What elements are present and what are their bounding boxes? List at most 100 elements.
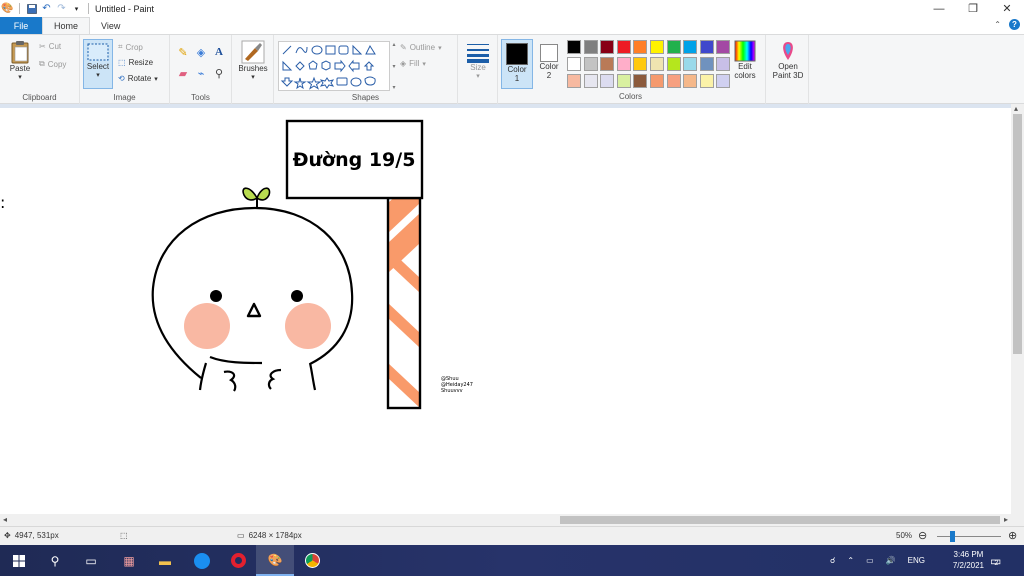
text-tool-icon[interactable]: A	[212, 45, 226, 59]
palette-swatch[interactable]	[633, 74, 648, 88]
shapes-gallery[interactable]	[278, 41, 390, 91]
palette-swatch[interactable]	[583, 74, 598, 88]
undo-icon[interactable]: ↶	[41, 3, 52, 14]
palette-swatch[interactable]	[633, 40, 648, 54]
minimize-button[interactable]: —	[922, 0, 956, 17]
magnifier-icon[interactable]: ⚲	[212, 66, 226, 80]
scroll-up-icon[interactable]: ▴	[1014, 104, 1018, 113]
palette-swatch[interactable]	[683, 74, 698, 88]
save-icon[interactable]	[26, 3, 37, 14]
drawing-canvas[interactable]: : Đường 19/5 @Shuu @Heiday247 Shuuvvv	[0, 108, 1011, 514]
palette-swatch[interactable]	[583, 40, 598, 54]
palette-swatch[interactable]	[650, 57, 664, 71]
zoom-out-icon[interactable]: ⊖	[918, 529, 927, 542]
palette-swatch[interactable]	[666, 57, 681, 71]
fill-button[interactable]: ◈ Fill ▾	[400, 59, 426, 68]
volume-icon[interactable]: 🔊	[886, 556, 896, 565]
vertical-scroll-thumb[interactable]	[1013, 114, 1022, 354]
taskbar-chrome[interactable]	[293, 545, 331, 576]
palette-swatch[interactable]	[567, 40, 581, 54]
taskbar-app-store[interactable]: ▦	[110, 545, 148, 576]
palette-swatch[interactable]	[666, 74, 681, 88]
customize-qa-icon[interactable]: ▾	[71, 3, 82, 14]
collapse-ribbon-icon[interactable]: ⌃	[994, 20, 1001, 29]
redo-icon[interactable]: ↷	[56, 3, 67, 14]
help-icon[interactable]: ?	[1009, 19, 1020, 30]
palette-swatch[interactable]	[567, 57, 581, 71]
taskbar-file-explorer[interactable]: ▬	[146, 545, 184, 576]
palette-swatch[interactable]	[650, 40, 664, 54]
scroll-left-icon[interactable]: ◂	[3, 515, 7, 524]
vertical-scrollbar[interactable]: ▴	[1011, 104, 1024, 514]
palette-swatch[interactable]	[699, 74, 714, 88]
palette-swatch[interactable]	[716, 40, 731, 54]
tab-file[interactable]: File	[0, 17, 42, 34]
palette-swatch[interactable]	[716, 74, 731, 88]
palette-swatch[interactable]	[583, 57, 598, 71]
horizontal-scroll-thumb[interactable]	[560, 516, 1000, 524]
resize-button[interactable]: ⬚ Resize	[118, 58, 153, 67]
taskbar-opera[interactable]	[219, 545, 257, 576]
palette-swatch[interactable]	[699, 57, 714, 71]
tab-home[interactable]: Home	[42, 17, 91, 34]
left-arm	[223, 370, 237, 392]
zoom-slider-thumb[interactable]	[950, 531, 955, 542]
zoom-slider-track[interactable]	[937, 536, 1001, 537]
clock[interactable]: 3:46 PM 7/2/2021	[953, 549, 984, 571]
open-paint3d-button[interactable]: Open Paint 3D	[768, 40, 808, 80]
size-button[interactable]: Size ▾	[462, 41, 494, 81]
horizontal-scrollbar[interactable]: ◂ ▸	[0, 514, 1024, 526]
tab-view[interactable]: View	[90, 17, 131, 34]
network-icon[interactable]: ▭	[866, 556, 874, 565]
start-button[interactable]	[0, 545, 38, 576]
close-button[interactable]: ✕	[990, 0, 1024, 17]
crop-button[interactable]: ⌗ Crop	[118, 42, 143, 52]
store-icon: ▦	[123, 553, 135, 568]
system-tray: ☌ ⌃ ▭ 🔊 ENG	[830, 545, 925, 576]
palette-swatch[interactable]	[616, 57, 631, 71]
fill-bucket-icon[interactable]: ◈	[194, 45, 208, 59]
taskbar-paint[interactable]: 🎨	[256, 545, 294, 576]
taskbar-zalo[interactable]	[183, 545, 221, 576]
palette-swatch[interactable]	[699, 40, 714, 54]
rotate-button[interactable]: ⟲ Rotate ▾	[118, 74, 158, 83]
task-view-button[interactable]: ▭	[72, 545, 110, 576]
color-picker-icon[interactable]: ⌁	[194, 66, 208, 80]
people-icon[interactable]: ☌	[830, 556, 835, 565]
pencil-icon[interactable]: ✎	[176, 45, 190, 59]
zoom-in-icon[interactable]: ⊕	[1008, 529, 1017, 542]
outline-button[interactable]: ✎ Outline ▾	[400, 43, 442, 52]
notification-button[interactable]: ▭ 2	[990, 545, 1001, 576]
show-hidden-icons[interactable]: ⌃	[847, 556, 854, 565]
brushes-button[interactable]: Brushes ▾	[235, 40, 271, 82]
paste-button[interactable]: Paste ▾	[6, 40, 34, 82]
search-button[interactable]: ⚲	[36, 545, 74, 576]
palette-swatch[interactable]	[567, 74, 581, 88]
language-indicator[interactable]: ENG	[908, 556, 925, 565]
palette-swatch[interactable]	[633, 57, 648, 71]
palette-swatch[interactable]	[716, 57, 731, 71]
copy-button[interactable]: ⧉ Copy	[39, 59, 66, 69]
palette-swatch[interactable]	[683, 40, 698, 54]
cut-button[interactable]: ✂ Cut	[39, 42, 61, 51]
shapes-scroll[interactable]: ▴ ▾ ▾	[391, 41, 397, 91]
image-size-icon: ▭	[237, 531, 245, 540]
artwork: : Đường 19/5 @Shuu @Heiday247 Shuuvvv	[0, 119, 473, 410]
palette-swatch[interactable]	[600, 40, 615, 54]
palette-swatch[interactable]	[616, 40, 631, 54]
select-button[interactable]: Select ▾	[83, 39, 113, 89]
palette-swatch[interactable]	[600, 57, 615, 71]
eraser-icon[interactable]: ▰	[176, 66, 190, 80]
color2-button[interactable]: Color 2	[535, 39, 563, 89]
outline-icon: ✎	[400, 43, 407, 52]
paint-app-icon[interactable]: 🎨	[1, 3, 13, 14]
color1-button[interactable]: Color 1	[501, 39, 533, 89]
restore-button[interactable]: ❐	[956, 0, 990, 17]
palette-swatch[interactable]	[666, 40, 681, 54]
palette-swatch[interactable]	[616, 74, 631, 88]
palette-swatch[interactable]	[683, 57, 698, 71]
palette-swatch[interactable]	[650, 74, 664, 88]
palette-swatch[interactable]	[600, 74, 615, 88]
edit-colors-button[interactable]: Edit colors	[730, 40, 760, 80]
scroll-right-icon[interactable]: ▸	[1004, 515, 1008, 524]
